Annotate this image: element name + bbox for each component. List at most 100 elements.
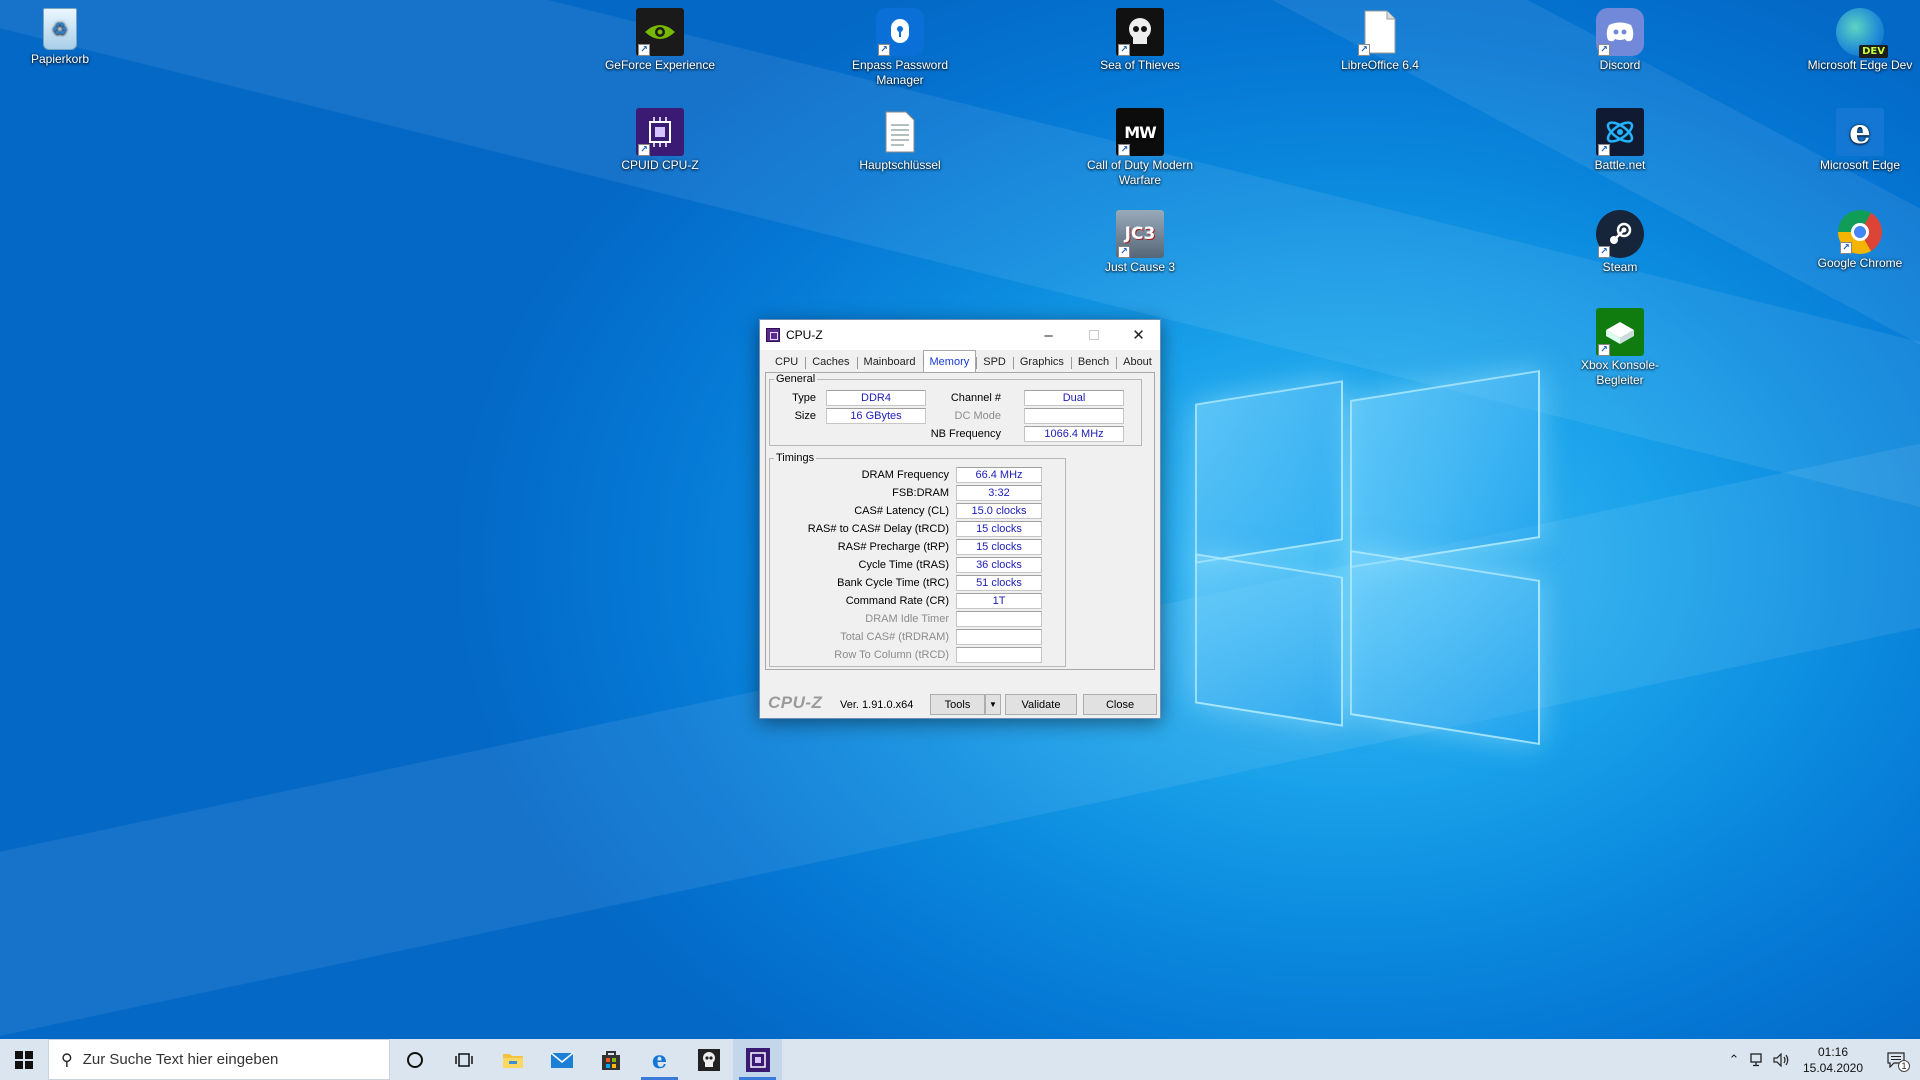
- show-hidden-icons-button[interactable]: ⌃: [1722, 1039, 1746, 1080]
- clock[interactable]: 01:16 15.04.2020: [1794, 1044, 1872, 1076]
- icon-label: Hauptschlüssel: [859, 158, 941, 172]
- icon-label: Google Chrome: [1817, 256, 1903, 270]
- tab-cpu[interactable]: CPU: [768, 352, 805, 372]
- close-button[interactable]: Close: [1083, 694, 1157, 715]
- close-window-button[interactable]: ✕: [1116, 320, 1161, 350]
- folder-icon: [502, 1053, 523, 1068]
- close-icon: ✕: [1132, 327, 1145, 344]
- tab-caches[interactable]: Caches: [805, 352, 856, 372]
- jc3-icon: JC3 ↗: [1116, 210, 1164, 258]
- minimize-button[interactable]: –: [1026, 320, 1071, 350]
- taskbar-file-explorer[interactable]: [488, 1039, 537, 1080]
- nvidia-icon: ↗: [636, 8, 684, 56]
- icon-label: Xbox Konsole-Begleiter: [1580, 358, 1660, 387]
- taskbar-edge[interactable]: e: [635, 1039, 684, 1080]
- shortcut-arrow-icon: ↗: [1118, 246, 1130, 258]
- mw-badge: MW: [1124, 122, 1157, 142]
- discord-icon: ↗: [1596, 8, 1644, 56]
- speaker-icon: [1773, 1052, 1789, 1067]
- taskbar-sea-of-thieves[interactable]: [684, 1039, 733, 1080]
- tab-spd[interactable]: SPD: [976, 352, 1013, 372]
- start-button[interactable]: [0, 1039, 48, 1080]
- icon-label: Discord: [1599, 58, 1641, 72]
- clock-date: 15.04.2020: [1802, 1060, 1864, 1075]
- tab-about[interactable]: About: [1116, 352, 1159, 372]
- network-icon: [1750, 1052, 1762, 1066]
- network-button[interactable]: [1746, 1039, 1770, 1080]
- action-center-button[interactable]: 1: [1872, 1039, 1920, 1080]
- search-icon: ⚲: [61, 1051, 73, 1069]
- taskbar: ⚲ Zur Suche Text hier eingeben e ⌃ 01:16…: [0, 1039, 1920, 1080]
- shortcut-arrow-icon: ↗: [1358, 44, 1370, 56]
- tab-memory[interactable]: Memory: [922, 350, 977, 372]
- task-view-button[interactable]: [439, 1039, 488, 1080]
- recycle-bin-icon: ♻: [43, 8, 77, 50]
- type-label: Type: [792, 392, 816, 404]
- edge-dev-icon: DEV: [1836, 8, 1888, 58]
- taskbar-store[interactable]: [586, 1039, 635, 1080]
- windows-logo-pane-tl: [1195, 380, 1343, 564]
- desktop-icon-edge[interactable]: e Microsoft Edge: [1800, 108, 1920, 173]
- channel-label: Channel #: [950, 392, 1001, 404]
- timing-label: RAS# to CAS# Delay (tRCD): [807, 523, 949, 535]
- validate-label: Validate: [1021, 698, 1061, 711]
- desktop-icon-papierkorb[interactable]: ♻ Papierkorb: [0, 8, 120, 67]
- shortcut-arrow-icon: ↗: [638, 144, 650, 156]
- desktop-icon-cod-mw[interactable]: MW ↗ Call of Duty Modern Warfare: [1080, 108, 1200, 188]
- desktop-icon-xbox[interactable]: ↗ Xbox Konsole-Begleiter: [1560, 308, 1680, 388]
- desktop-icon-cpuz[interactable]: ↗ CPUID CPU-Z: [600, 108, 720, 173]
- timing-label: RAS# Precharge (tRP): [837, 541, 949, 553]
- battlenet-icon: ↗: [1596, 108, 1644, 156]
- tools-dropdown-button[interactable]: ▼: [985, 694, 1001, 715]
- desktop-icon-chrome[interactable]: ↗ Google Chrome: [1800, 210, 1920, 271]
- mail-icon: [550, 1051, 573, 1068]
- desktop-icon-edge-dev[interactable]: DEV Microsoft Edge Dev: [1800, 8, 1920, 73]
- channel-value: Dual: [1024, 390, 1124, 406]
- icon-label: Just Cause 3: [1104, 260, 1176, 274]
- cpuz-app-icon: [766, 328, 780, 342]
- chrome-icon: ↗: [1838, 210, 1882, 254]
- desktop-icon-sea-of-thieves[interactable]: ↗ Sea of Thieves: [1080, 8, 1200, 73]
- enpass-icon: ↗: [876, 8, 924, 56]
- title-bar[interactable]: CPU-Z – ✕: [760, 320, 1160, 350]
- validate-button[interactable]: Validate: [1005, 694, 1077, 715]
- tab-bench[interactable]: Bench: [1070, 352, 1116, 372]
- footer-bar: CPU-Z Ver. 1.91.0.x64 Tools ▼ Validate C…: [760, 692, 1160, 716]
- search-placeholder: Zur Suche Text hier eingeben: [82, 1051, 279, 1068]
- libreoffice-icon: ↗: [1356, 8, 1404, 56]
- cpuz-window[interactable]: CPU-Z – ✕ CPU Caches Mainboard Memory SP…: [759, 319, 1161, 719]
- search-box[interactable]: ⚲ Zur Suche Text hier eingeben: [48, 1039, 390, 1080]
- dcmode-value: [1024, 408, 1124, 424]
- icon-label: Steam: [1602, 260, 1638, 274]
- dcmode-label: DC Mode: [954, 410, 1001, 422]
- cpuz-icon: [745, 1047, 770, 1072]
- text-document-icon: [876, 108, 924, 156]
- taskbar-cpuz[interactable]: [733, 1039, 782, 1080]
- desktop-icon-discord[interactable]: ↗ Discord: [1560, 8, 1680, 73]
- desktop-icon-steam[interactable]: ↗ Steam: [1560, 210, 1680, 275]
- desktop-icon-just-cause-3[interactable]: JC3 ↗ Just Cause 3: [1080, 210, 1200, 275]
- nbfreq-value: 1066.4 MHz: [1024, 426, 1124, 442]
- cortana-button[interactable]: [390, 1039, 439, 1080]
- maximize-button: [1071, 320, 1116, 350]
- desktop-icon-enpass[interactable]: ↗ Enpass Password Manager: [840, 8, 960, 88]
- icon-label: Papierkorb: [30, 52, 90, 66]
- timing-value: [956, 647, 1042, 663]
- maximize-icon: [1088, 330, 1099, 340]
- xbox-icon: ↗: [1596, 308, 1644, 356]
- desktop-icon-hauptschluessel[interactable]: Hauptschlüssel: [840, 108, 960, 173]
- windows-logo-pane-bl: [1195, 553, 1343, 727]
- timing-label: FSB:DRAM: [892, 487, 949, 499]
- desktop-icon-libreoffice[interactable]: ↗ LibreOffice 6.4: [1320, 8, 1440, 73]
- tab-graphics[interactable]: Graphics: [1012, 352, 1071, 372]
- timing-value: 15.0 clocks: [956, 503, 1042, 519]
- tools-button[interactable]: Tools: [930, 694, 985, 715]
- timing-value: [956, 611, 1042, 627]
- desktop-icon-battlenet[interactable]: ↗ Battle.net: [1560, 108, 1680, 173]
- icon-label: Enpass Password Manager: [851, 58, 949, 87]
- desktop-icon-geforce[interactable]: ↗ GeForce Experience: [600, 8, 720, 73]
- volume-button[interactable]: [1770, 1039, 1794, 1080]
- taskbar-mail[interactable]: [537, 1039, 586, 1080]
- tab-mainboard[interactable]: Mainboard: [856, 352, 923, 372]
- cpuz-icon: ↗: [636, 108, 684, 156]
